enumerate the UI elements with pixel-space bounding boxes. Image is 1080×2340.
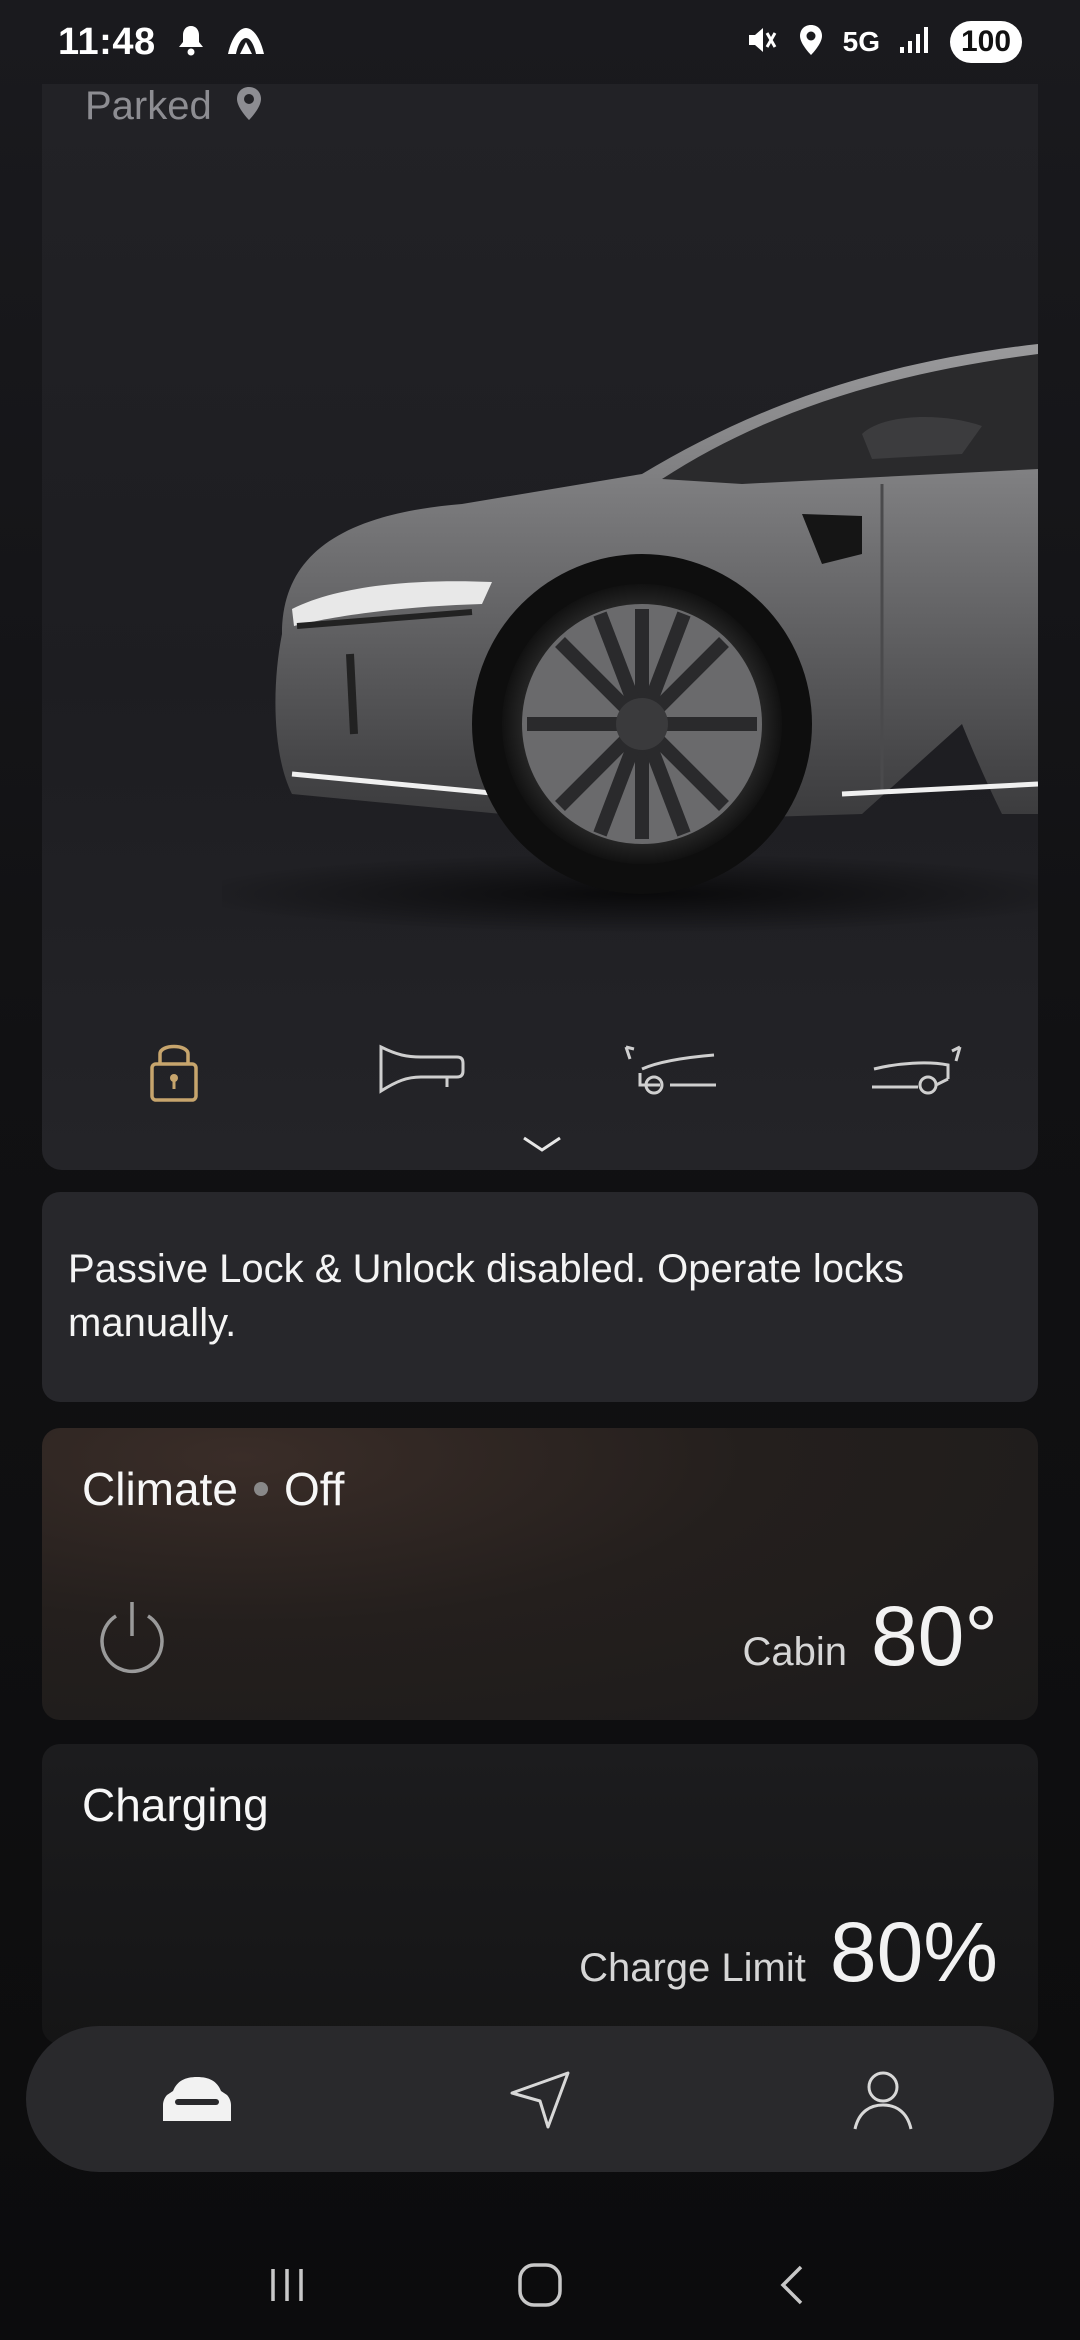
horn-icon (379, 1044, 465, 1094)
climate-state: Off (283, 1463, 345, 1515)
nav-navigation[interactable] (480, 2049, 600, 2149)
signal-icon (898, 25, 932, 60)
nav-vehicle[interactable] (137, 2049, 257, 2149)
charge-limit-label: Charge Limit (579, 1946, 806, 1990)
lock-icon (150, 1044, 198, 1102)
location-icon (797, 23, 825, 62)
app-screen: 11:48 5G 100 Parked Passive Lock & Unloc… (0, 0, 1080, 2340)
notice-text: Passive Lock & Unlock disabled. Operate … (68, 1247, 904, 1345)
cabin-temperature: Cabin 80° (742, 1588, 998, 1685)
vehicle-card[interactable]: Parked (42, 84, 1038, 1170)
status-time: 11:48 (58, 20, 156, 63)
location-pin-icon[interactable] (234, 85, 264, 128)
lock-button[interactable] (114, 1024, 234, 1114)
status-bar-right: 5G 100 (745, 21, 1022, 63)
bottom-nav (26, 2026, 1054, 2172)
recents-button[interactable] (237, 2245, 337, 2325)
status-bar: 11:48 5G 100 (0, 0, 1080, 84)
mute-icon (745, 23, 779, 62)
vehicle-image (222, 344, 1038, 934)
back-icon (780, 2265, 803, 2305)
chevron-down-icon[interactable] (520, 1134, 564, 1156)
network-type: 5G (842, 26, 880, 57)
back-button[interactable] (743, 2245, 843, 2325)
bell-icon (176, 24, 206, 61)
power-icon[interactable] (92, 1596, 172, 1676)
recents-icon (270, 2269, 303, 2301)
home-button[interactable] (490, 2245, 590, 2325)
charge-limit-value: 80% (829, 1905, 998, 1999)
nav-profile[interactable] (823, 2049, 943, 2149)
vehicle-status-label: Parked (85, 84, 212, 128)
frunk-button[interactable] (610, 1024, 730, 1114)
trunk-open-icon (872, 1045, 962, 1095)
system-nav-bar (0, 2230, 1080, 2340)
climate-title: Climate (82, 1463, 238, 1515)
app-notification-icon (226, 24, 266, 61)
climate-card[interactable]: Climate Off Cabin 80° (42, 1428, 1038, 1720)
charging-title: Charging (82, 1779, 269, 1831)
trunk-button[interactable] (858, 1024, 978, 1114)
charging-card[interactable]: Charging Charge Limit 80% (42, 1744, 1038, 2044)
horn-button[interactable] (362, 1024, 482, 1114)
profile-icon (853, 2071, 913, 2130)
cabin-label: Cabin (742, 1630, 847, 1674)
quick-actions (42, 1019, 1038, 1119)
separator-dot (253, 1482, 268, 1496)
frunk-open-icon (624, 1045, 716, 1095)
status-bar-left: 11:48 (58, 21, 266, 64)
cabin-temp-value: 80° (870, 1589, 998, 1683)
vehicle-status: Parked (85, 84, 264, 129)
climate-header: Climate Off (82, 1462, 344, 1516)
car-icon (163, 2077, 232, 2121)
charge-limit: Charge Limit 80% (579, 1904, 998, 2001)
battery-indicator: 100 (950, 21, 1022, 63)
navigation-icon (510, 2071, 570, 2129)
passive-lock-notice[interactable]: Passive Lock & Unlock disabled. Operate … (42, 1192, 1038, 1402)
home-icon (518, 2263, 562, 2307)
